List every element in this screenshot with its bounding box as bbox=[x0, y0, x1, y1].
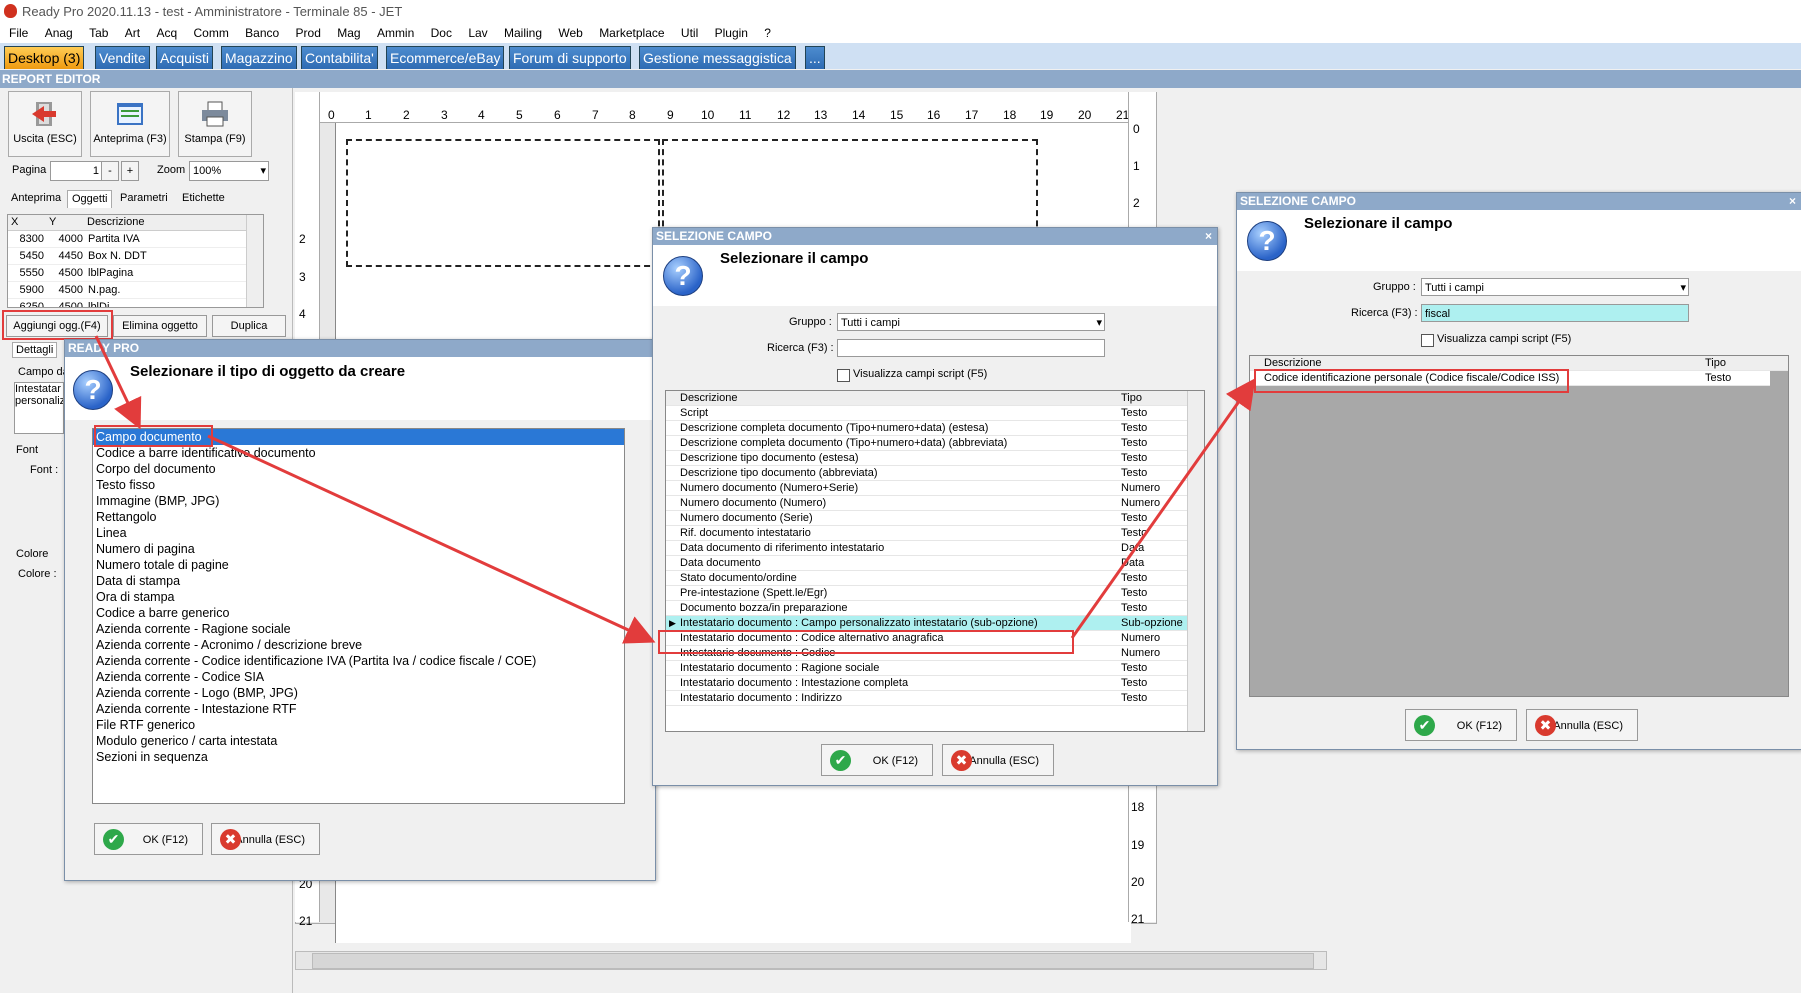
arrow-add-to-list bbox=[94, 335, 142, 430]
arrow-list-to-field bbox=[207, 434, 656, 644]
annotation-arrows bbox=[94, 335, 1256, 644]
arrow-field-to-result bbox=[1070, 378, 1256, 639]
